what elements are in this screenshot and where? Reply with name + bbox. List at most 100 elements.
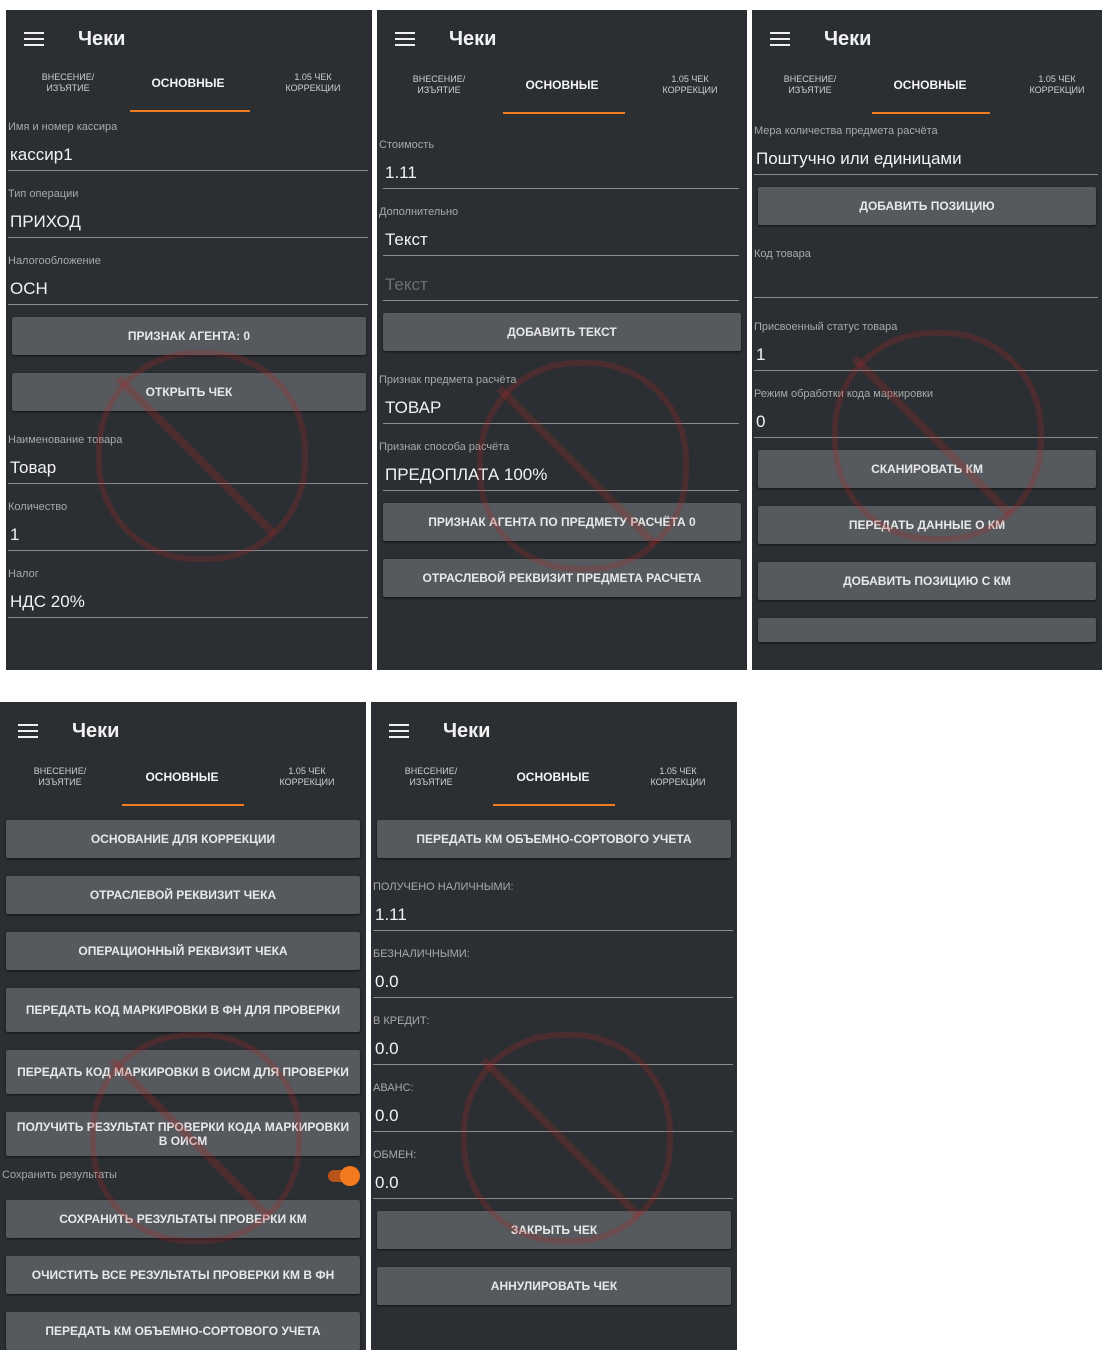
- screen-2: Чеки Внесение/ изъятие Основные 1.05 чек…: [377, 10, 747, 670]
- correction-basis-button[interactable]: ОСНОВАНИЕ ДЛЯ КОРРЕКЦИИ: [6, 820, 360, 858]
- product-name-label: Наименование товара: [8, 434, 123, 446]
- screen-4: Чеки Внесение/ изъятие Основные 1.05 чек…: [0, 702, 366, 1350]
- tab-bar: Внесение/ изъятие Основные 1.05 чек корр…: [6, 64, 372, 124]
- menu-icon[interactable]: [18, 724, 38, 738]
- cash-label: ПОЛУЧЕНО НАЛИЧНЫМИ:: [373, 881, 514, 893]
- app-title: Чеки: [78, 28, 126, 50]
- method-label: Признак способа расчёта: [379, 441, 510, 453]
- cash-field[interactable]: 1.11: [373, 898, 733, 931]
- extra-label: Дополнительно: [379, 206, 459, 218]
- tab-indicator: [130, 110, 250, 112]
- exchange-field[interactable]: 0.0: [373, 1166, 733, 1199]
- industry-subject-button[interactable]: ОТРАСЛЕВОЙ РЕКВИЗИТ ПРЕДМЕТА РАСЧЕТА: [383, 559, 741, 597]
- method-field[interactable]: ПРЕДОПЛАТА 100%: [383, 458, 739, 491]
- send-km-volume-button[interactable]: ПЕРЕДАТЬ КМ ОБЪЕМНО-СОРТОВОГО УЧЕТА: [6, 1312, 360, 1350]
- app-bar: Чеки: [6, 10, 372, 70]
- cost-label: Стоимость: [379, 139, 435, 151]
- tab-bar: Внесение/ изъятие Основные 1.05 чек корр…: [0, 758, 366, 818]
- app-title: Чеки: [443, 720, 491, 742]
- cashier-field[interactable]: кассир1: [8, 138, 368, 171]
- tab-bar: Внесение/ изъятие Основные 1.05 чек корр…: [377, 66, 747, 126]
- tab-main[interactable]: Основные: [128, 77, 248, 89]
- send-code-oism-button[interactable]: ПЕРЕДАТЬ КОД МАРКИРОВКИ В ОИСМ ДЛЯ ПРОВЕ…: [6, 1050, 360, 1094]
- screen-1: Чеки Внесение/ изъятие Основные 1.05 чек…: [6, 10, 372, 670]
- credit-field[interactable]: 0.0: [373, 1032, 733, 1065]
- tab-main[interactable]: Основные: [122, 771, 242, 783]
- tab-indicator: [493, 804, 615, 806]
- send-km-volume-button[interactable]: ПЕРЕДАТЬ КМ ОБЪЕМНО-СОРТОВОГО УЧЕТА: [377, 820, 731, 858]
- menu-icon[interactable]: [770, 32, 790, 46]
- tab-correction[interactable]: 1.05 чек коррекции: [645, 74, 735, 96]
- tab-correction[interactable]: 1.05 чек коррекции: [1012, 74, 1102, 96]
- scan-km-button[interactable]: СКАНИРОВАТЬ КМ: [758, 450, 1096, 488]
- cashless-field[interactable]: 0.0: [373, 965, 733, 998]
- tab-correction[interactable]: 1.05 чек коррекции: [262, 766, 352, 788]
- industry-receipt-button[interactable]: ОТРАСЛЕВОЙ РЕКВИЗИТ ЧЕКА: [6, 876, 360, 914]
- menu-icon[interactable]: [395, 32, 415, 46]
- tab-deposit[interactable]: Внесение/ изъятие: [20, 766, 100, 788]
- measure-field[interactable]: Поштучно или единицами: [754, 142, 1098, 175]
- cancel-receipt-button[interactable]: АННУЛИРОВАТЬ ЧЕК: [377, 1267, 731, 1305]
- save-km-results-button[interactable]: СОХРАНИТЬ РЕЗУЛЬТАТЫ ПРОВЕРКИ КМ: [6, 1200, 360, 1238]
- subject-label: Признак предмета расчёта: [379, 374, 517, 386]
- measure-label: Мера количества предмета расчёта: [754, 125, 938, 137]
- partial-button[interactable]: [758, 618, 1096, 642]
- tab-deposit[interactable]: Внесение/ изъятие: [28, 72, 108, 94]
- menu-icon[interactable]: [389, 724, 409, 738]
- app-bar: Чеки: [377, 10, 747, 70]
- operational-receipt-button[interactable]: ОПЕРАЦИОННЫЙ РЕКВИЗИТ ЧЕКА: [6, 932, 360, 970]
- tax-field[interactable]: НДС 20%: [8, 585, 368, 618]
- advance-field[interactable]: 0.0: [373, 1099, 733, 1132]
- tab-main[interactable]: Основные: [870, 79, 990, 91]
- add-position-km-button[interactable]: ДОБАВИТЬ ПОЗИЦИЮ С КМ: [758, 562, 1096, 600]
- cashless-label: БЕЗНАЛИЧНЫМИ:: [373, 948, 470, 960]
- mode-field[interactable]: 0: [754, 405, 1098, 438]
- advance-label: АВАНС:: [373, 1082, 414, 1094]
- exchange-label: ОБМЕН:: [373, 1149, 417, 1161]
- send-km-data-button[interactable]: ПЕРЕДАТЬ ДАННЫЕ О КМ: [758, 506, 1096, 544]
- taxation-field[interactable]: ОСН: [8, 272, 368, 305]
- add-text-button[interactable]: ДОБАВИТЬ ТЕКСТ: [383, 313, 741, 351]
- tab-main[interactable]: Основные: [502, 79, 622, 91]
- status-field[interactable]: 1: [754, 338, 1098, 371]
- tab-indicator: [872, 112, 990, 114]
- get-oism-result-button[interactable]: ПОЛУЧИТЬ РЕЗУЛЬТАТ ПРОВЕРКИ КОДА МАРКИРО…: [6, 1112, 360, 1156]
- product-code-field[interactable]: [754, 265, 1098, 298]
- status-label: Присвоенный статус товара: [754, 321, 898, 333]
- close-receipt-button[interactable]: ЗАКРЫТЬ ЧЕК: [377, 1211, 731, 1249]
- tab-deposit[interactable]: Внесение/ изъятие: [399, 74, 479, 96]
- tab-bar: Внесение/ изъятие Основные 1.05 чек корр…: [752, 66, 1102, 126]
- save-results-toggle[interactable]: [328, 1166, 360, 1186]
- clear-km-results-button[interactable]: ОЧИСТИТЬ ВСЕ РЕЗУЛЬТАТЫ ПРОВЕРКИ КМ В ФН: [6, 1256, 360, 1294]
- credit-label: В КРЕДИТ:: [373, 1015, 430, 1027]
- app-bar: Чеки: [371, 702, 737, 762]
- app-bar: Чеки: [0, 702, 366, 762]
- app-title: Чеки: [824, 28, 872, 50]
- product-code-label: Код товара: [754, 248, 811, 260]
- cashier-label: Имя и номер кассира: [8, 121, 118, 133]
- agent-sign-button[interactable]: ПРИЗНАК АГЕНТА: 0: [12, 317, 366, 355]
- open-receipt-button[interactable]: ОТКРЫТЬ ЧЕК: [12, 373, 366, 411]
- tab-bar: Внесение/ изъятие Основные 1.05 чек корр…: [371, 758, 737, 818]
- subject-field[interactable]: ТОВАР: [383, 391, 739, 424]
- screen-5: Чеки Внесение/ изъятие Основные 1.05 чек…: [371, 702, 737, 1350]
- tab-deposit[interactable]: Внесение/ изъятие: [391, 766, 471, 788]
- cost-field[interactable]: 1.11: [383, 156, 739, 189]
- screen-3: Чеки Внесение/ изъятие Основные 1.05 чек…: [752, 10, 1102, 670]
- extra-text-input[interactable]: Текст: [383, 268, 739, 301]
- add-position-button[interactable]: ДОБАВИТЬ ПОЗИЦИЮ: [758, 187, 1096, 225]
- extra-field[interactable]: Текст: [383, 223, 739, 256]
- product-name-field[interactable]: Товар: [8, 451, 368, 484]
- menu-icon[interactable]: [24, 32, 44, 46]
- tab-correction[interactable]: 1.05 чек коррекции: [633, 766, 723, 788]
- agent-subject-button[interactable]: ПРИЗНАК АГЕНТА ПО ПРЕДМЕТУ РАСЧЁТА 0: [383, 503, 741, 541]
- tab-deposit[interactable]: Внесение/ изъятие: [770, 74, 850, 96]
- quantity-field[interactable]: 1: [8, 518, 368, 551]
- toggle-knob: [340, 1166, 360, 1186]
- tab-correction[interactable]: 1.05 чек коррекции: [268, 72, 358, 94]
- operation-type-field[interactable]: ПРИХОД: [8, 205, 368, 238]
- quantity-label: Количество: [8, 501, 68, 513]
- send-code-fn-button[interactable]: ПЕРЕДАТЬ КОД МАРКИРОВКИ В ФН ДЛЯ ПРОВЕРК…: [6, 988, 360, 1032]
- tab-main[interactable]: Основные: [493, 771, 613, 783]
- tab-indicator: [503, 112, 625, 114]
